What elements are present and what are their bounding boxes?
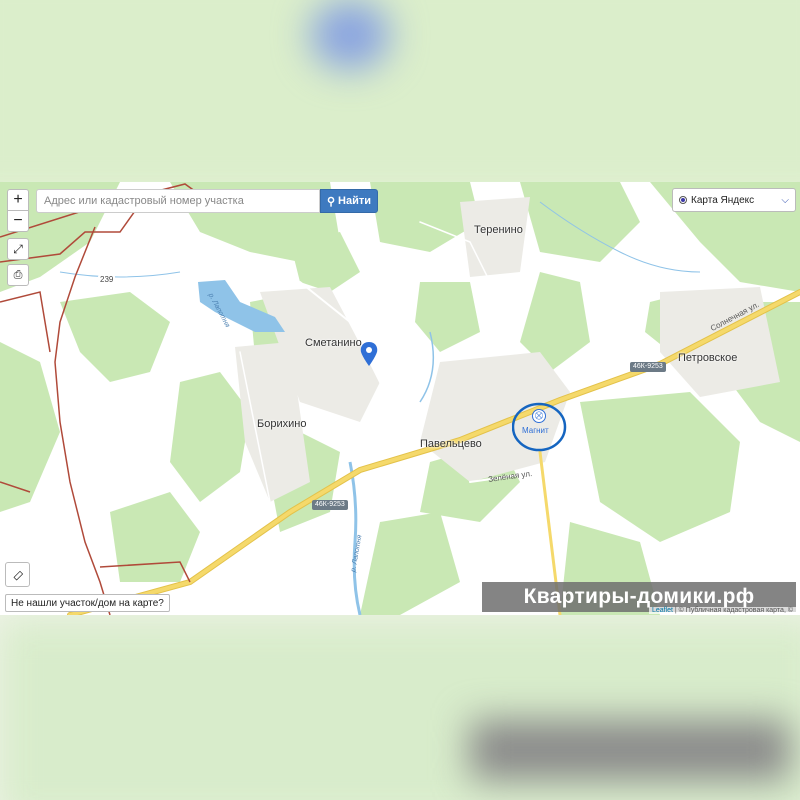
zoom-in-button[interactable]: +	[7, 189, 29, 211]
search-icon: ⚲	[326, 195, 336, 208]
road-badge-46k-west: 46К-9253	[312, 500, 348, 510]
attribution-source: Публичная кадастровая карта, ©	[685, 607, 793, 614]
map-view[interactable]: Теренино Сметанино Борихино Павельцево П…	[0, 182, 800, 615]
leaflet-link[interactable]: Leaflet	[652, 607, 673, 614]
search-button[interactable]: ⚲ Найти	[320, 189, 378, 213]
ruler-icon: ▭	[8, 565, 27, 584]
poi-magnit[interactable]: ⛒ Магнит	[511, 402, 570, 452]
layer-select[interactable]: Карта Яндекс ⌵	[672, 188, 796, 212]
place-label-terenino: Теренино	[474, 224, 523, 236]
fullscreen-button[interactable]: ⤢	[7, 238, 29, 260]
measure-button[interactable]: ▭	[5, 562, 30, 587]
print-button[interactable]: ⎙	[7, 264, 29, 286]
poi-label-magnit: Магнит	[522, 426, 549, 435]
forest-areas	[0, 182, 800, 615]
search-input[interactable]	[36, 189, 320, 213]
place-label-pavelcevo: Павельцево	[420, 438, 482, 450]
radio-selected-icon	[679, 196, 687, 204]
road-number-239: 239	[98, 275, 116, 284]
layer-select-label: Карта Яндекс	[691, 194, 755, 206]
chevron-down-icon: ⌵	[781, 194, 789, 206]
place-label-smetanino: Сметанино	[305, 337, 362, 349]
place-label-petrovskoe: Петровское	[678, 352, 738, 364]
search-button-label: Найти	[338, 195, 372, 207]
printer-icon: ⎙	[13, 268, 23, 281]
expand-icon: ⤢	[13, 241, 23, 256]
map-canvas[interactable]	[0, 182, 800, 615]
zoom-out-button[interactable]: −	[7, 210, 29, 232]
attribution-separator: | ©	[672, 607, 686, 614]
not-found-button[interactable]: Не нашли участок/дом на карте?	[5, 594, 170, 612]
place-label-borikhino: Борихино	[257, 418, 307, 430]
road-badge-46k-east: 46К-9253	[630, 362, 666, 372]
basket-icon: ⛒	[532, 409, 546, 423]
map-attribution: Leaflet | © Публичная кадастровая карта,…	[648, 607, 796, 614]
